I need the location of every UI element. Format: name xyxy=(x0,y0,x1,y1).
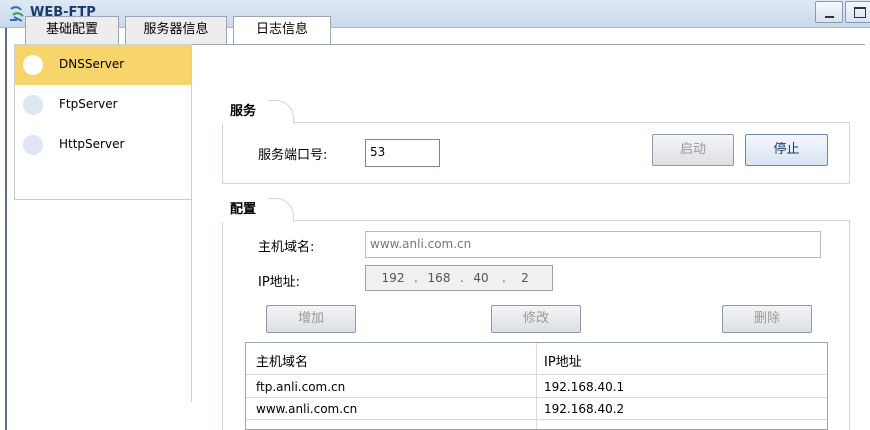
delete-button[interactable]: 删除 xyxy=(722,305,812,333)
server-item-ftp[interactable]: FtpServer xyxy=(15,85,191,125)
stop-button[interactable]: 停止 xyxy=(745,134,828,166)
ip-address-input[interactable]: 192 . 168 . 40 . 2 xyxy=(365,265,553,291)
tab-basic-config[interactable]: 基础配置 xyxy=(25,16,119,44)
tab-server-info[interactable]: 服务器信息 xyxy=(125,16,227,44)
server-item-label: DNSServer xyxy=(59,57,125,71)
server-item-label: HttpServer xyxy=(59,137,125,151)
panel-divider xyxy=(191,44,192,402)
ip-label: IP地址: xyxy=(258,275,301,290)
port-label: 服务端口号: xyxy=(258,148,328,163)
ip-separator: . xyxy=(460,271,464,285)
header-divider xyxy=(246,374,827,375)
modify-button[interactable]: 修改 xyxy=(491,305,581,333)
server-list: DNSServer FtpServer HttpServer xyxy=(14,44,192,200)
column-header-host: 主机域名 xyxy=(256,355,309,370)
app-icon xyxy=(10,6,24,22)
config-section-title: 配置 xyxy=(222,198,294,222)
tab-log-info[interactable]: 日志信息 xyxy=(233,16,331,45)
column-separator xyxy=(536,343,537,429)
host-label: 主机域名: xyxy=(258,240,315,255)
table-cell-ip: 192.168.40.1 xyxy=(544,380,625,394)
table-cell-ip: 192.168.40.2 xyxy=(544,402,625,416)
row-divider xyxy=(246,419,827,420)
server-status-icon xyxy=(23,95,43,115)
ip-separator: . xyxy=(414,271,418,285)
table-cell-host: ftp.anli.com.cn xyxy=(256,380,346,394)
row-divider xyxy=(246,397,827,398)
column-header-ip: IP地址 xyxy=(544,355,582,370)
service-section-title-text: 服务 xyxy=(230,104,257,119)
dns-records-table: 主机域名 IP地址 ftp.anli.com.cn 192.168.40.1 w… xyxy=(245,342,828,430)
add-button[interactable]: 增加 xyxy=(266,305,356,333)
port-input[interactable]: 53 xyxy=(365,139,440,167)
start-button[interactable]: 启动 xyxy=(652,134,734,166)
ip-octet-4: 2 xyxy=(521,271,529,285)
minimize-button[interactable] xyxy=(815,1,843,23)
ip-octet-2: 168 xyxy=(427,271,451,285)
server-status-icon xyxy=(23,135,43,155)
server-item-dns[interactable]: DNSServer xyxy=(15,45,191,85)
server-item-label: FtpServer xyxy=(59,97,118,111)
table-cell-host: www.anli.com.cn xyxy=(256,402,358,416)
server-status-icon xyxy=(23,55,43,75)
service-section-title: 服务 xyxy=(222,100,294,124)
server-item-http[interactable]: HttpServer xyxy=(15,125,191,165)
host-input[interactable]: www.anli.com.cn xyxy=(365,231,821,258)
config-section-title-text: 配置 xyxy=(230,202,257,217)
ip-separator: . xyxy=(502,271,506,285)
ip-octet-3: 40 xyxy=(473,271,489,285)
ip-octet-1: 192 xyxy=(381,271,405,285)
maximize-button[interactable] xyxy=(845,1,870,23)
